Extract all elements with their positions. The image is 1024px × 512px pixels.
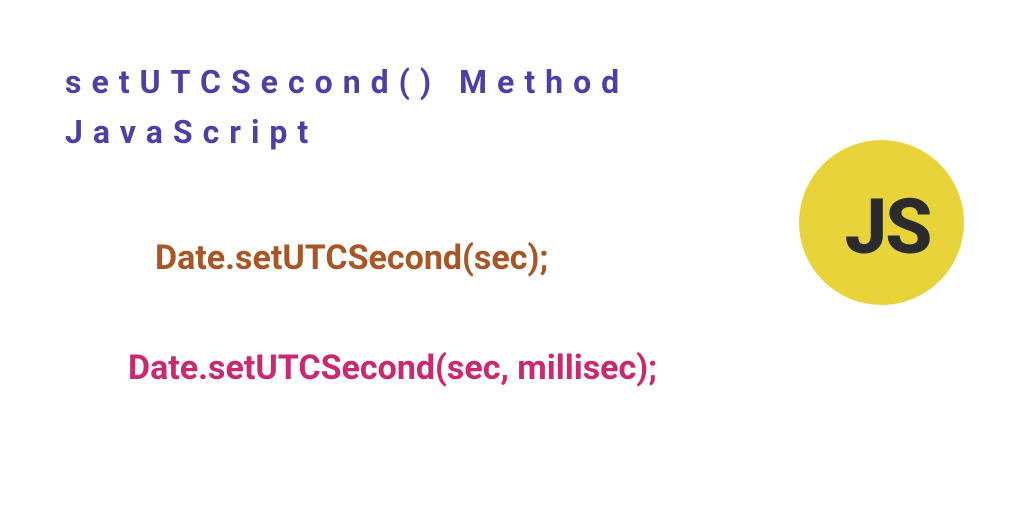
title-line-1: setUTCSecond() Method: [65, 58, 629, 108]
page-title: setUTCSecond() Method JavaScript: [65, 58, 629, 157]
js-logo-badge: JS: [799, 140, 964, 305]
js-logo-text: JS: [845, 182, 931, 272]
title-line-2: JavaScript: [65, 108, 629, 158]
syntax-example-2: Date.setUTCSecond(sec, millisec);: [128, 348, 657, 388]
syntax-example-1: Date.setUTCSecond(sec);: [155, 238, 548, 278]
